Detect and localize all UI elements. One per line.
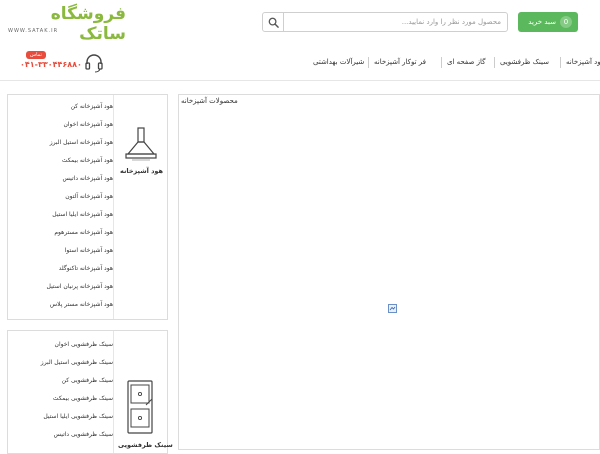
cart-button[interactable]: سبد خرید 0 (518, 12, 578, 32)
search-bar (262, 12, 508, 32)
panel-divider (113, 95, 114, 319)
list-item[interactable]: سینک ظرفشویی ایلیا استیل (8, 413, 113, 420)
nav-item-range-hood[interactable]: هود آشپزخانه (566, 58, 600, 66)
list-item[interactable]: هود آشپزخانه داتیس (8, 175, 113, 182)
nav-separator (560, 57, 561, 68)
list-item[interactable]: هود آشپزخانه ایلیا استیل (8, 211, 113, 218)
search-icon (268, 17, 279, 28)
list-item[interactable]: هود آشپزخانه بیمکث (8, 157, 113, 164)
headset-icon (85, 54, 103, 73)
list-item[interactable]: سینک ظرفشویی استیل البرز (8, 359, 113, 366)
cart-count-badge: 0 (560, 16, 572, 28)
logo-url: WWW.SATAK.IR (8, 28, 59, 34)
list-item[interactable]: هود آشپزخانه کن (8, 103, 113, 110)
logo[interactable]: فروشگاه ساتک WWW.SATAK.IR (8, 4, 126, 44)
list-item[interactable]: سینک ظرفشویی داتیس (8, 431, 113, 438)
nav-separator (494, 57, 495, 68)
main-content: محصولات آشپزخانه (178, 94, 600, 450)
nav-item-sink[interactable]: سینک ظرفشویی (500, 58, 549, 66)
category-panel-sink: سینک ظرفشویی اخوان سینک ظرفشویی استیل ال… (7, 330, 173, 454)
search-button[interactable] (263, 13, 284, 31)
list-item[interactable]: هود آشپزخانه استیل البرز (8, 139, 113, 146)
list-item[interactable]: سینک ظرفشویی بیمکث (8, 395, 113, 402)
nav-item-gas-hob[interactable]: گاز صفحه ای (447, 58, 485, 66)
cart-label: سبد خرید (528, 18, 556, 26)
list-item[interactable]: هود آشپزخانه مسترهوم (8, 229, 113, 236)
list-item[interactable]: سینک ظرفشویی کن (8, 377, 113, 384)
broken-image-icon (388, 304, 397, 313)
range-hood-icon (125, 127, 157, 161)
nav-item-faucets[interactable]: شیرآلات بهداشتی (313, 58, 364, 66)
category-panel-range-hood: هود آشپزخانه کن هود آشپزخانه اخوان هود آ… (7, 94, 168, 320)
list-item[interactable]: هود آشپزخانه اخوان (8, 121, 113, 128)
list-item[interactable]: هود آشپزخانه مستر پلاس (8, 301, 113, 308)
panel-title[interactable]: سینک ظرفشویی (118, 441, 173, 449)
sink-icon (127, 380, 153, 434)
nav-separator (368, 57, 369, 68)
phone-badge: تماس (26, 51, 46, 59)
list-item[interactable]: سینک ظرفشویی اخوان (8, 341, 113, 348)
list-item[interactable]: هود آشپزخانه تاکنوگلد (8, 265, 113, 272)
list-item[interactable]: هود آشپزخانه پرنیان استیل (8, 283, 113, 290)
nav-separator (441, 57, 442, 68)
panel-divider (113, 331, 114, 453)
logo-text: فروشگاه ساتک (50, 4, 126, 44)
phone-number[interactable]: ۰۴۱-۳۳۰۴۴۶۸۸۰ (20, 60, 82, 69)
nav-item-built-in-oven[interactable]: فر توکار آشپزخانه (374, 58, 426, 66)
main-heading: محصولات آشپزخانه (181, 97, 238, 105)
panel-title[interactable]: هود آشپزخانه (120, 167, 163, 175)
list-item[interactable]: هود آشپزخانه آلتون (8, 193, 113, 200)
search-input[interactable] (285, 13, 505, 31)
main-nav: هود آشپزخانه سینک ظرفشویی گاز صفحه ای فر… (300, 53, 600, 73)
list-item[interactable]: هود آشپزخانه استوا (8, 247, 113, 254)
nav-divider (0, 80, 600, 81)
